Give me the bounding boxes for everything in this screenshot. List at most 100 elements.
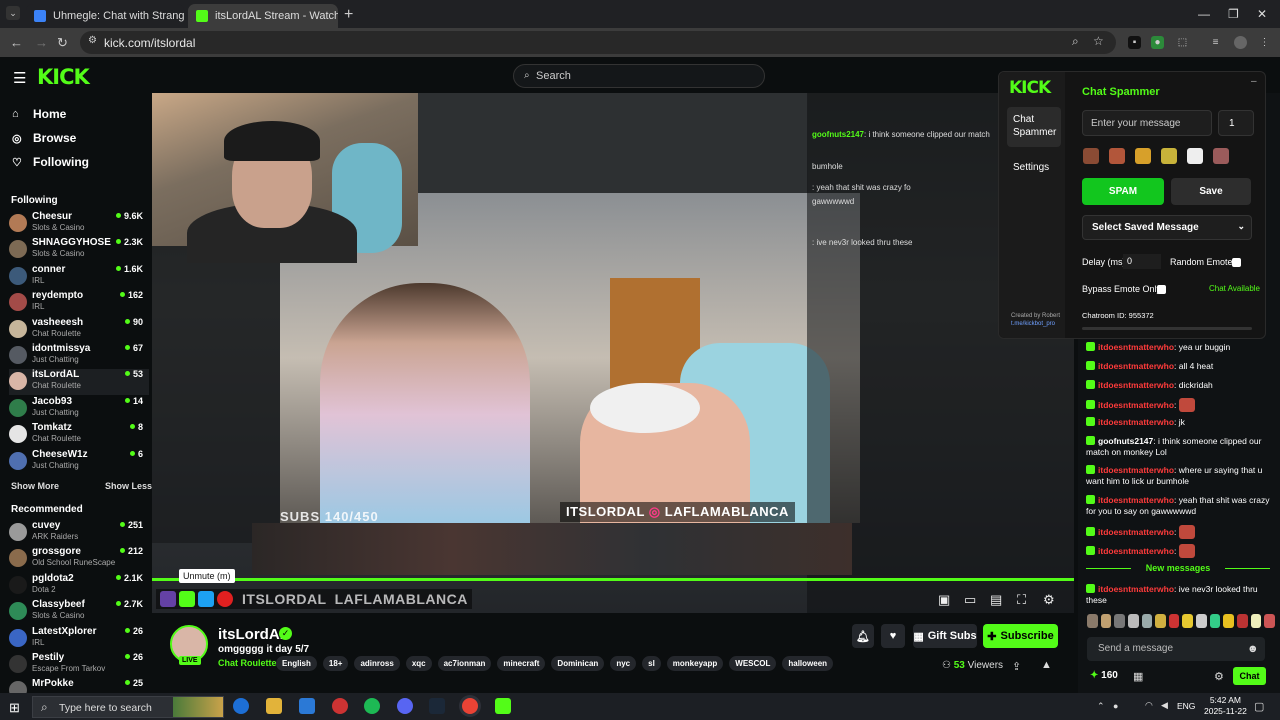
repeat-count-input[interactable]: 1 xyxy=(1218,110,1254,136)
stream-tag[interactable]: nyc xyxy=(610,656,637,671)
mute-icon[interactable] xyxy=(198,591,214,607)
bypass-emote-checkbox[interactable] xyxy=(1157,285,1166,294)
message-input[interactable]: Enter your message xyxy=(1082,110,1212,136)
kick-app-icon[interactable] xyxy=(495,698,511,714)
picture-in-picture-icon[interactable]: ▤ xyxy=(990,592,1002,608)
sidebar-channel[interactable]: idontmissya Just Chatting 67 xyxy=(9,343,149,369)
chrome-icon[interactable] xyxy=(462,698,478,714)
saved-message-select[interactable]: Select Saved Message ⌄ xyxy=(1082,215,1252,240)
new-tab-button[interactable]: + xyxy=(344,6,353,24)
reload-button[interactable]: ↻ xyxy=(57,35,68,51)
emoji-icon[interactable]: ☻ xyxy=(1247,643,1259,655)
chat-username[interactable]: itdoesntmatterwho xyxy=(1098,527,1174,537)
notification-bell-icon[interactable]: 🔔︎ xyxy=(852,624,874,648)
quick-emote-icon[interactable] xyxy=(1250,614,1262,628)
theater-mode-icon[interactable]: ▭ xyxy=(964,592,976,608)
chat-username[interactable]: goofnuts2147 xyxy=(1098,436,1153,446)
minimize-icon[interactable]: – xyxy=(1251,76,1257,87)
emote-icon[interactable] xyxy=(1213,148,1229,164)
video-player[interactable]: goofnuts2147: i think someone clipped ou… xyxy=(152,93,1074,613)
report-icon[interactable]: ▲ xyxy=(1041,659,1052,671)
close-window-button[interactable]: ✕ xyxy=(1257,7,1267,21)
zoom-icon[interactable]: ⌕ xyxy=(1072,34,1079,49)
chat-username[interactable]: itdoesntmatterwho xyxy=(1098,546,1174,556)
volume-icon[interactable]: ◀ xyxy=(1161,700,1168,711)
chat-username[interactable]: itdoesntmatterwho xyxy=(1098,342,1174,352)
extension-icon[interactable]: ● xyxy=(1151,36,1164,49)
wifi-icon[interactable]: ◠ xyxy=(1145,700,1153,711)
steam-icon[interactable] xyxy=(429,698,445,714)
gift-subs-button[interactable]: ▦ Gift Subs xyxy=(913,624,977,648)
settings-gear-icon[interactable]: ⚙ xyxy=(1043,592,1055,608)
stream-category[interactable]: Chat Roulette xyxy=(218,658,277,668)
profile-avatar-icon[interactable] xyxy=(1234,36,1247,49)
taskbar-clock[interactable]: 5:42 AM 2025-11-22 xyxy=(1204,695,1247,717)
stream-tag[interactable]: minecraft xyxy=(497,656,546,671)
follow-heart-icon[interactable]: ♥ xyxy=(881,624,905,648)
panel-scrollbar[interactable] xyxy=(1082,327,1252,330)
search-input[interactable]: ⌕ Search xyxy=(513,64,765,88)
tray-icon[interactable]: ● xyxy=(1113,701,1118,711)
stream-tag[interactable]: monkeyapp xyxy=(666,656,724,671)
sidebar-channel[interactable]: Cheesur Slots & Casino 9.6K xyxy=(9,211,149,237)
extension-icon[interactable]: ▪ xyxy=(1128,36,1141,49)
nav-home[interactable]: ⌂ Home xyxy=(12,107,66,121)
taskbar-search[interactable]: ⌕ Type here to search xyxy=(32,696,224,718)
stream-tag[interactable]: halloween xyxy=(782,656,834,671)
url-bar[interactable]: ⚙ kick.com/itslordal ⌕ ☆ xyxy=(80,31,1116,54)
extensions-puzzle-icon[interactable]: ⬚ xyxy=(1176,36,1189,49)
chat-gift-icon[interactable]: ▦ xyxy=(1133,670,1143,683)
back-button[interactable]: ← xyxy=(10,35,23,50)
new-messages-divider[interactable]: New messages xyxy=(1080,563,1276,573)
sidebar-channel[interactable]: Classybeef Slots & Casino 2.7K xyxy=(9,599,149,625)
stream-tag[interactable]: 18+ xyxy=(322,656,349,671)
nav-following[interactable]: ♡ Following xyxy=(12,155,89,169)
sidebar-channel[interactable]: LatestXplorer IRL 26 xyxy=(9,626,149,652)
stream-tag[interactable]: adinross xyxy=(354,656,400,671)
quick-emote-icon[interactable] xyxy=(1196,614,1207,628)
sidebar-channel[interactable]: SHNAGGYHOSE Slots & Casino 2.3K xyxy=(9,237,149,263)
sidebar-channel[interactable]: Jacob93 Just Chatting 14 xyxy=(9,396,149,422)
sidebar-channel[interactable]: pgldota2 Dota 2 2.1K xyxy=(9,573,149,599)
sidebar-channel[interactable]: Tomkatz Chat Roulette 8 xyxy=(9,422,149,448)
quick-emote-icon[interactable] xyxy=(1182,614,1194,628)
bookmark-star-icon[interactable]: ☆ xyxy=(1093,34,1104,48)
video-progress-bar[interactable] xyxy=(152,578,1074,581)
chat-username[interactable]: itdoesntmatterwho xyxy=(1098,380,1174,390)
stream-tag[interactable]: sl xyxy=(642,656,661,671)
sidebar-channel[interactable]: reydempto IRL 162 xyxy=(9,290,149,316)
delay-input[interactable]: 0 xyxy=(1123,254,1161,269)
notifications-icon[interactable]: ▢ xyxy=(1254,700,1264,713)
sidebar-channel[interactable]: itsLordAL Chat Roulette 53 xyxy=(9,369,149,396)
quick-emote-icon[interactable] xyxy=(1237,614,1248,628)
quick-emote-icon[interactable] xyxy=(1264,614,1275,628)
stream-tag[interactable]: English xyxy=(276,656,317,671)
chat-input[interactable]: Send a message ☻ xyxy=(1087,637,1265,661)
sidebar-channel[interactable]: CheeseW1z Just Chatting 6 xyxy=(9,449,149,475)
channel-points[interactable]: ✦ 160 xyxy=(1090,670,1118,681)
store-icon[interactable] xyxy=(299,698,315,714)
stream-tag[interactable]: xqc xyxy=(405,656,432,671)
quick-emote-icon[interactable] xyxy=(1100,614,1112,628)
spotify-icon[interactable] xyxy=(364,698,380,714)
file-explorer-icon[interactable] xyxy=(266,698,282,714)
quick-emote-icon[interactable] xyxy=(1155,614,1166,628)
quick-emote-icon[interactable] xyxy=(1168,614,1180,628)
show-more-button[interactable]: Show More xyxy=(11,481,59,491)
browser-menu-icon[interactable]: ⋮ xyxy=(1258,36,1271,49)
fullscreen-icon[interactable]: ⛶ xyxy=(1017,592,1026,608)
sidebar-channel[interactable]: cuvey ARK Raiders 251 xyxy=(9,520,149,546)
quick-emote-icon[interactable] xyxy=(1141,614,1153,628)
sidebar-channel[interactable]: conner IRL 1.6K xyxy=(9,264,149,290)
quick-emote-icon[interactable] xyxy=(1127,614,1139,628)
kick-logo[interactable]: KICK xyxy=(37,65,90,89)
tab-chat-spammer[interactable]: Chat Spammer xyxy=(1007,107,1061,147)
save-button[interactable]: Save xyxy=(1171,178,1251,205)
created-by-link[interactable]: t.me/kickbot_pro xyxy=(1011,320,1060,328)
clip-icon[interactable]: ▣ xyxy=(938,592,950,608)
random-emote-checkbox[interactable] xyxy=(1232,258,1241,267)
edge-icon[interactable] xyxy=(233,698,249,714)
quick-emote-icon[interactable] xyxy=(1223,614,1235,628)
stream-tag[interactable]: WESCOL xyxy=(729,656,777,671)
quick-emote-icon[interactable] xyxy=(1087,614,1098,628)
